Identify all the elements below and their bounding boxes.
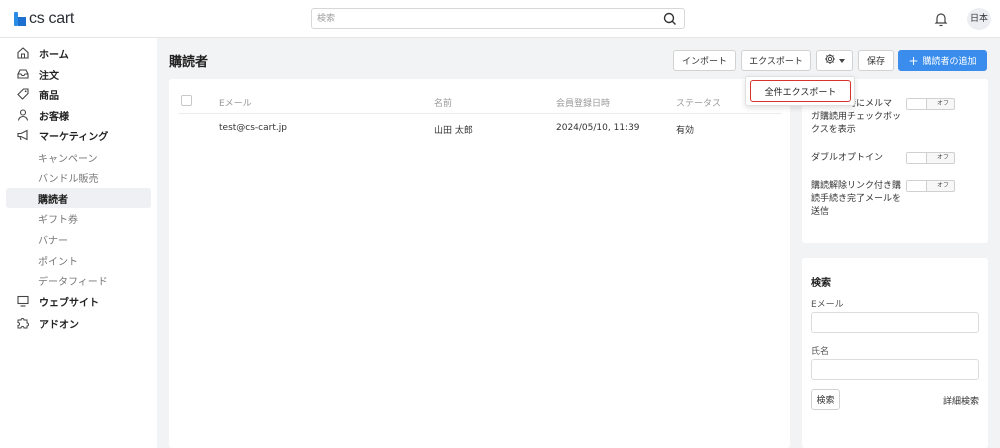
toggle-off-label: オフ (936, 182, 949, 189)
double-opt-in-toggle[interactable]: オフ (906, 152, 955, 164)
page-title: 購読者 (169, 55, 209, 70)
name-filter-label: 氏名 (811, 347, 830, 357)
sidebar-subitem-bundles[interactable]: バンドル販売 (6, 167, 151, 187)
import-button[interactable]: インポート (673, 50, 736, 71)
sidebar-item-label: ウェブサイト (39, 297, 99, 309)
sidebar-item-label: お客様 (39, 111, 69, 123)
save-button[interactable]: 保存 (858, 50, 894, 71)
column-header-email[interactable]: Eメール (219, 96, 252, 109)
table-cell-name: 山田 太郎 (434, 126, 473, 136)
search-box (311, 8, 685, 29)
megaphone-icon (15, 127, 31, 143)
search-input[interactable] (312, 9, 642, 28)
user-icon (15, 107, 31, 123)
puzzle-icon (15, 315, 31, 331)
option-label-line1: 購読解除リンク付き購 (811, 181, 902, 191)
registration-checkbox-toggle[interactable]: オフ (906, 98, 955, 110)
language-avatar[interactable]: 日本 (967, 8, 991, 30)
sidebar-item-label: アドオン (39, 319, 79, 331)
search-icon[interactable] (662, 11, 678, 27)
option-label-line3: 送信 (811, 207, 830, 217)
add-subscriber-button[interactable]: + 購読者の追加 (898, 50, 987, 71)
column-header-status[interactable]: ステータス (676, 96, 721, 109)
export-all-menu-item[interactable]: 全件エクスポート (750, 80, 851, 102)
option-double-opt-in: ダブルオプトイン (811, 153, 884, 163)
sidebar-item-products[interactable]: 商品 (6, 84, 151, 104)
settings-dropdown-button[interactable] (816, 50, 853, 71)
sidebar-item-addons[interactable]: アドオン (6, 313, 151, 333)
sidebar-item-customers[interactable]: お客様 (6, 105, 151, 125)
add-subscriber-label: 購読者の追加 (922, 57, 977, 67)
notification-bell-icon[interactable] (933, 10, 949, 28)
search-panel-title: 検索 (811, 278, 831, 289)
name-filter-input[interactable] (811, 359, 979, 380)
sidebar-subitem-banners[interactable]: バナー (6, 229, 151, 249)
sidebar-subitem-campaigns[interactable]: キャンペーン (6, 147, 151, 167)
option-label-line2: 読手続き完了メールを (811, 194, 902, 204)
email-filter-label: Eメール (811, 300, 844, 310)
logo[interactable]: cs cart (14, 10, 74, 28)
sidebar-subitem-gift-certificates[interactable]: ギフト券 (6, 208, 151, 228)
sidebar-subitem-data-feeds[interactable]: データフィード (6, 270, 151, 290)
caret-down-icon (839, 56, 845, 66)
sidebar-item-label: 注文 (39, 70, 59, 82)
sidebar-subitem-subscribers[interactable]: 購読者 (6, 188, 151, 208)
logo-mark-icon (14, 12, 26, 26)
table-cell-email[interactable]: test@cs-cart.jp (219, 123, 287, 133)
subscribers-table-panel (169, 79, 790, 448)
sidebar-subitem-points[interactable]: ポイント (6, 250, 151, 270)
logo-text: cs cart (29, 10, 75, 27)
option-unsubscribe-email: 購読解除リンク付き購 読手続き完了メールを 送信 (811, 180, 906, 219)
option-label-line3: クスを表示 (811, 125, 856, 135)
select-all-checkbox[interactable] (181, 95, 192, 106)
sidebar-item-label: 商品 (39, 90, 59, 102)
advanced-search-link[interactable]: 詳細検索 (943, 394, 979, 407)
table-cell-status[interactable]: 有効 (676, 123, 694, 136)
settings-dropdown-menu: 全件エクスポート (745, 76, 855, 106)
sidebar-item-marketing[interactable]: マーケティング (6, 125, 151, 145)
table-cell-registered: 2024/05/10, 11:39 (556, 123, 640, 133)
home-icon (15, 45, 31, 61)
unsubscribe-email-toggle[interactable]: オフ (906, 180, 955, 192)
gear-icon (824, 53, 836, 68)
column-header-name[interactable]: 名前 (434, 96, 452, 109)
table-header-divider (178, 113, 782, 114)
top-bar: cs cart 日本 (0, 0, 1000, 38)
column-header-registered[interactable]: 会員登録日時 (556, 96, 610, 109)
sidebar-item-website[interactable]: ウェブサイト (6, 291, 151, 311)
search-filter-button[interactable]: 検索 (811, 389, 840, 410)
toggle-off-label: オフ (936, 154, 949, 161)
email-filter-input[interactable] (811, 312, 979, 333)
sidebar-item-orders[interactable]: 注文 (6, 64, 151, 84)
sidebar-item-label: マーケティング (39, 131, 109, 143)
sidebar-item-home[interactable]: ホーム (6, 43, 151, 63)
monitor-icon (15, 293, 31, 309)
option-label-line2: ガ購読用チェックボッ (811, 112, 902, 122)
plus-icon: + (908, 53, 919, 68)
export-button[interactable]: エクスポート (741, 50, 811, 71)
sidebar-item-label: ホーム (39, 49, 69, 61)
inbox-icon (15, 66, 31, 82)
tag-icon (15, 86, 31, 102)
toggle-off-label: オフ (936, 100, 949, 107)
